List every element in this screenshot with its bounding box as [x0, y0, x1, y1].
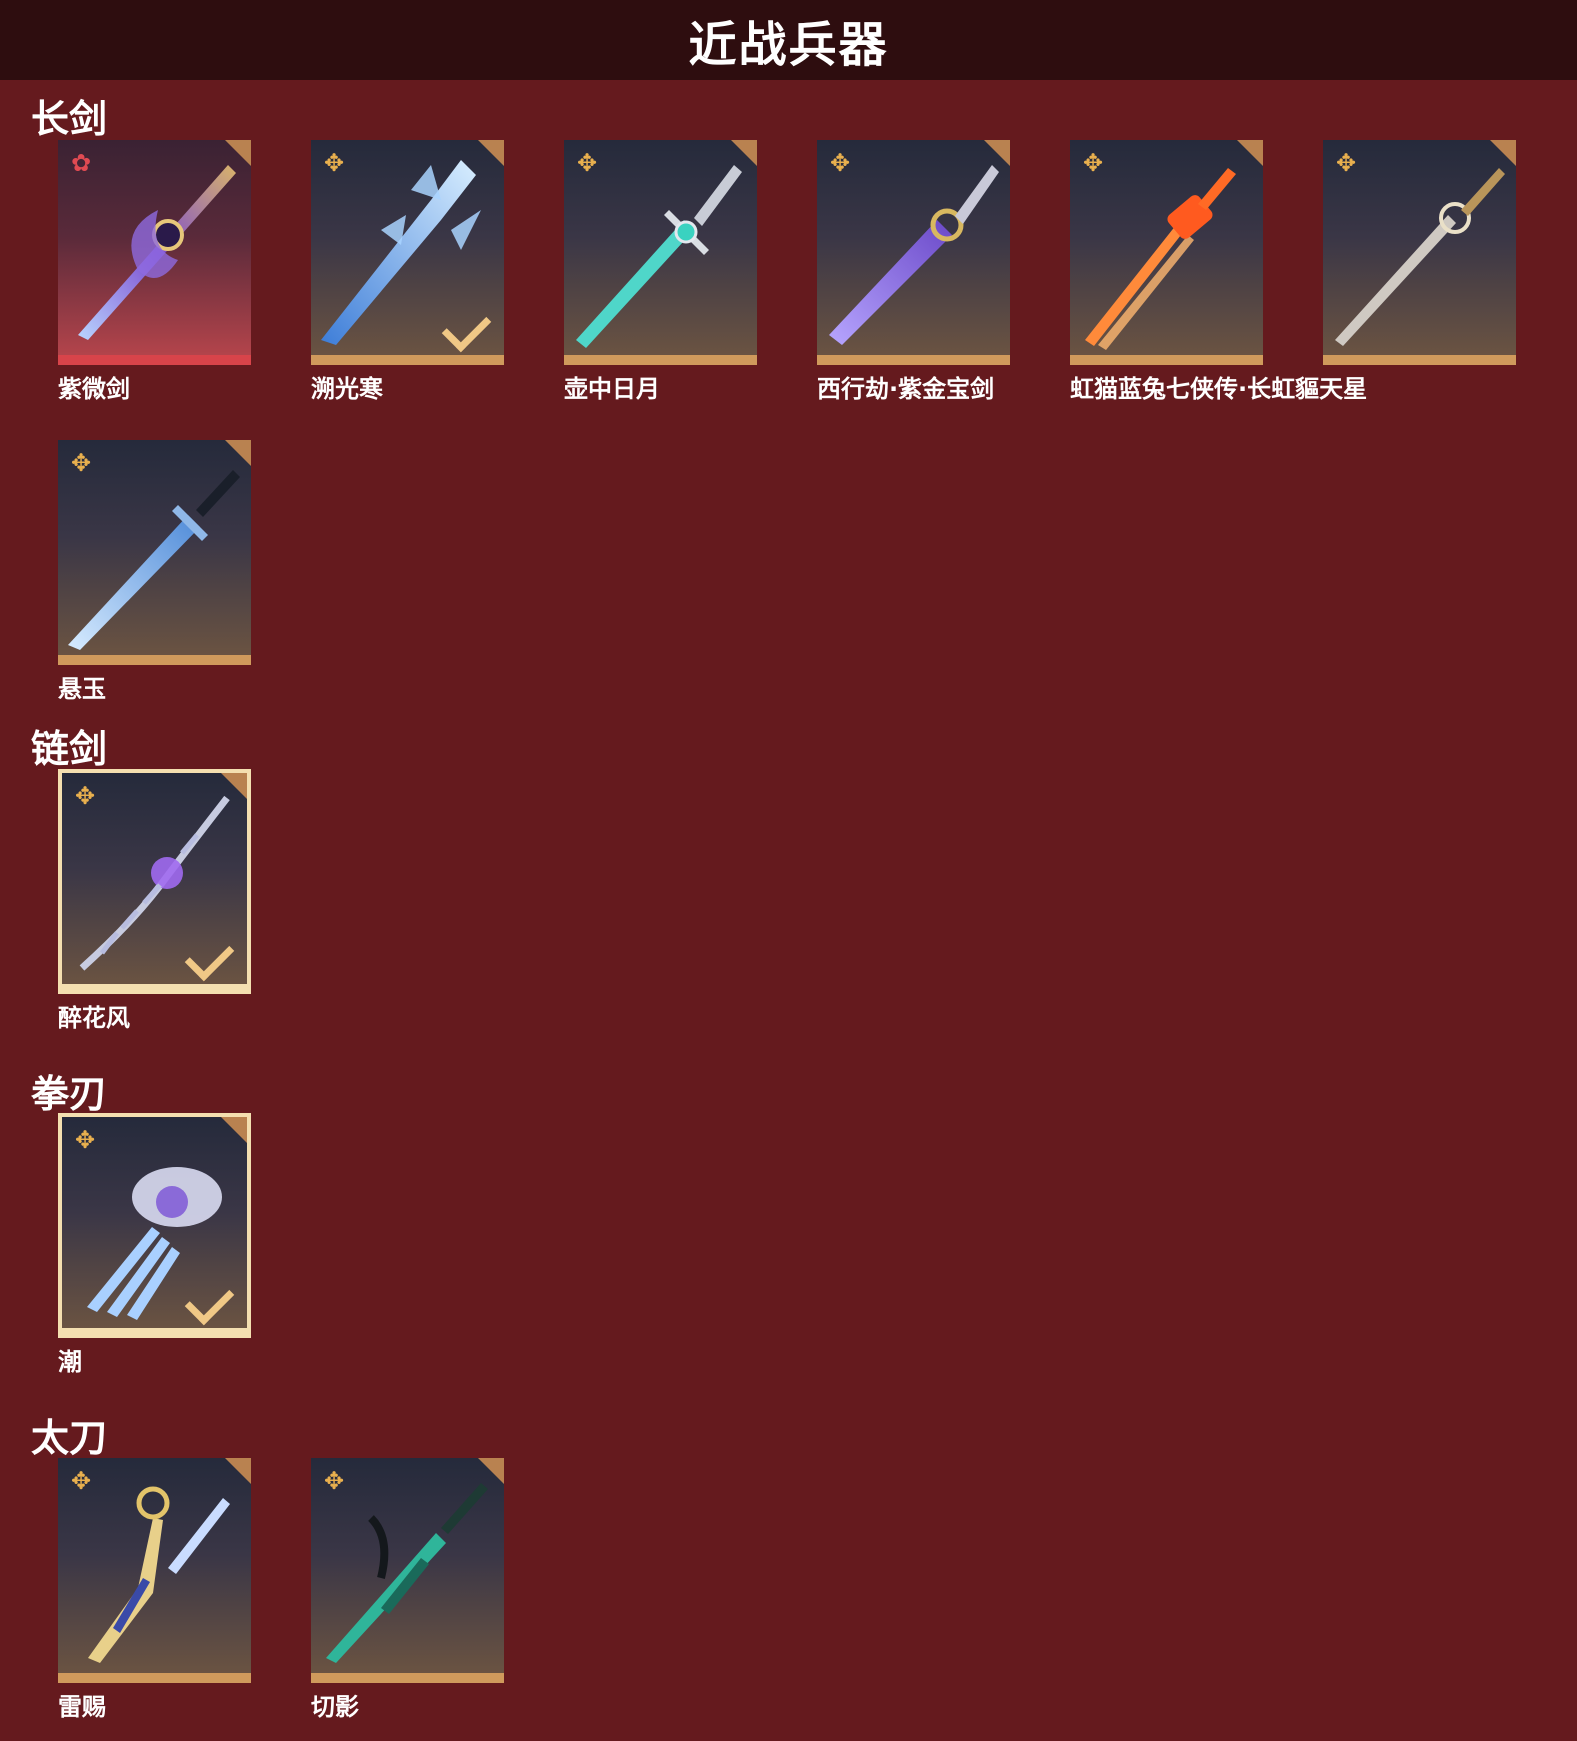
weapon-card-changhong[interactable]: ✥ 虹猫蓝兔七侠传·长虹貙天星 — [1070, 140, 1368, 404]
weapon-thumbnail: ✥ — [311, 140, 504, 365]
category-title-tachi: 太刀 — [31, 1416, 108, 1460]
weapon-card-leici[interactable]: ✥ 雷赐 — [58, 1458, 251, 1722]
sword-image — [1085, 168, 1236, 350]
sword-image — [326, 1483, 488, 1663]
weapon-name: 紫微剑 — [58, 375, 130, 403]
weapon-name: 潮 — [58, 1348, 82, 1376]
weapon-card-silver-sword[interactable]: ✥ — [1323, 140, 1516, 369]
sword-image — [1335, 168, 1505, 346]
weapon-thumbnail: ✥ — [58, 1458, 251, 1683]
sword-image — [88, 1486, 230, 1663]
weapon-name: 切影 — [311, 1693, 359, 1721]
weapon-card-qieying[interactable]: ✥ 切影 — [311, 1458, 504, 1722]
weapon-card-xuanyu[interactable]: ✥ 悬玉 — [58, 440, 251, 704]
weapon-card-huzhongriyue[interactable]: ✥ 壶中日月 — [564, 140, 757, 404]
category-title-chainsword: 链剑 — [31, 727, 108, 771]
category-title-fistblade: 拳刃 — [31, 1072, 108, 1116]
weapon-thumbnail: ✥ — [817, 140, 1010, 365]
sword-image — [78, 165, 236, 340]
weapon-thumbnail: ✥ — [58, 1113, 251, 1338]
category-title-longsword: 长剑 — [31, 97, 108, 141]
weapon-thumbnail: ✥ — [1323, 140, 1516, 365]
weapon-name: 虹猫蓝兔七侠传·长虹貙天星 — [1070, 375, 1368, 403]
page-title: 近战兵器 — [688, 17, 889, 73]
weapon-thumbnail: ✥ — [311, 1458, 504, 1683]
weapon-thumbnail: ✥ — [1070, 140, 1263, 365]
weapon-thumbnail: ✥ — [58, 769, 251, 994]
weapon-name: 悬玉 — [58, 675, 106, 703]
weapon-name: 西行劫·紫金宝剑 — [817, 375, 995, 403]
weapon-card-xixingjie[interactable]: ✥ 西行劫·紫金宝剑 — [817, 140, 1010, 404]
page-header: 近战兵器 — [0, 0, 1577, 80]
weapon-card-chao[interactable]: ✥ 潮 — [58, 1113, 251, 1377]
weapon-card-ziweijian[interactable]: ✿ 紫微剑 — [58, 140, 251, 404]
weapon-thumbnail: ✥ — [564, 140, 757, 365]
sword-image — [829, 165, 999, 345]
weapon-name: 雷赐 — [58, 1693, 106, 1721]
sword-image — [576, 165, 742, 348]
weapon-card-zuihuafeng[interactable]: ✥ 醉花风 — [58, 769, 251, 1033]
weapon-card-suguanghan[interactable]: ✥ 溯光寒 — [311, 140, 504, 404]
weapon-thumbnail: ✿ — [58, 140, 251, 365]
sword-image — [68, 470, 240, 650]
weapon-thumbnail: ✥ — [58, 440, 251, 665]
weapon-name: 壶中日月 — [564, 375, 660, 403]
weapon-name: 醉花风 — [58, 1004, 130, 1032]
weapon-name: 溯光寒 — [311, 375, 383, 403]
